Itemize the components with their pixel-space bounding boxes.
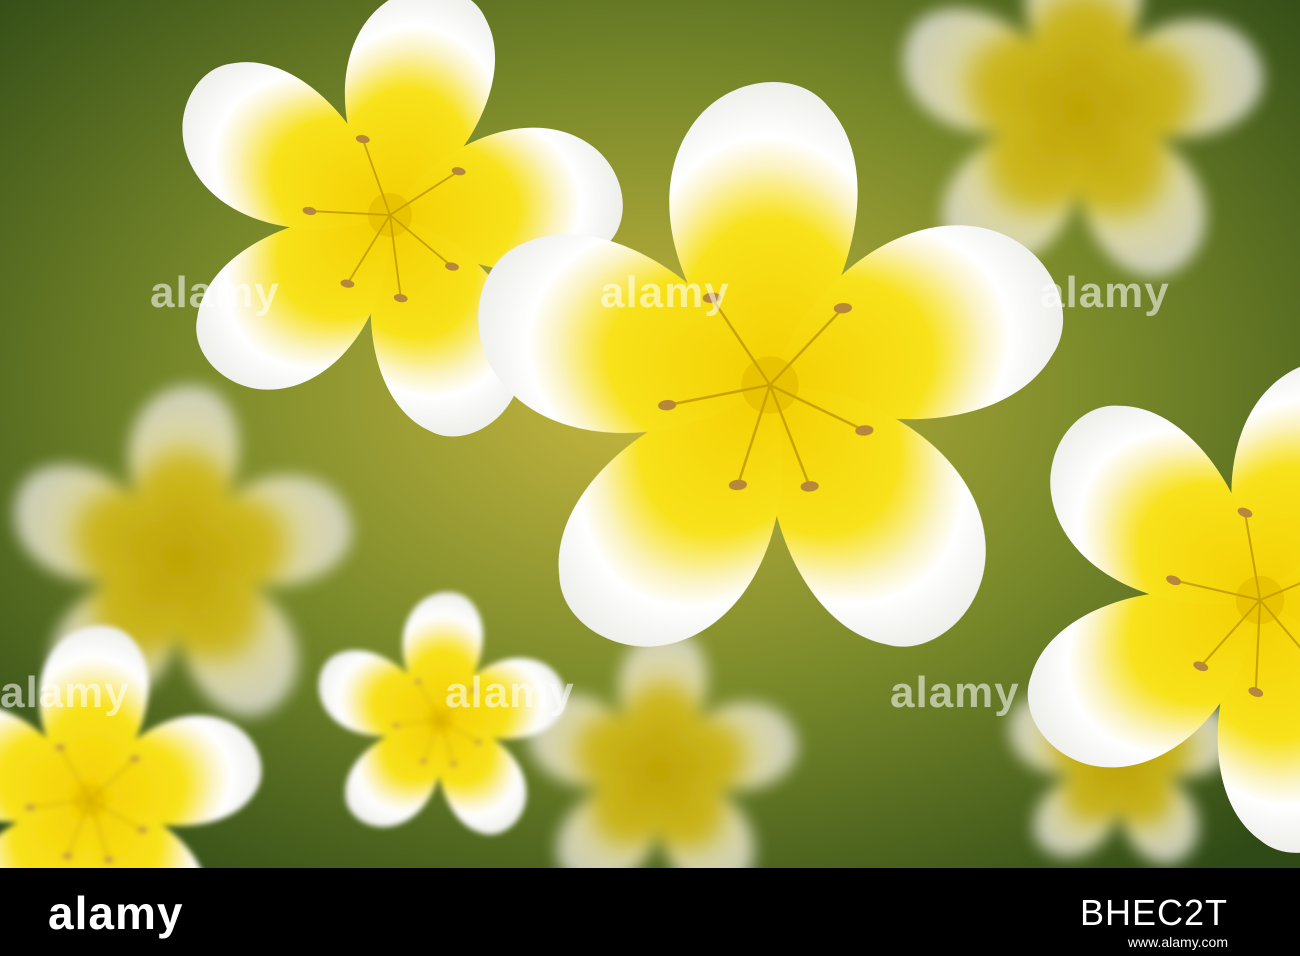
site-url: www.alamy.com (1127, 934, 1228, 950)
watermark: alamy (890, 668, 1020, 717)
flower-photo: alamy alamy alamy alamy alamy alamy (0, 0, 1300, 868)
image-id: BHEC2T (1079, 892, 1228, 933)
footer-bar: alamy BHEC2T www.alamy.com (0, 868, 1300, 956)
watermark: alamy (1040, 268, 1170, 317)
watermark: alamy (150, 268, 280, 317)
watermark: alamy (0, 668, 130, 717)
watermark: alamy (600, 268, 730, 317)
watermark: alamy (445, 668, 575, 717)
alamy-logo: alamy (48, 887, 184, 939)
